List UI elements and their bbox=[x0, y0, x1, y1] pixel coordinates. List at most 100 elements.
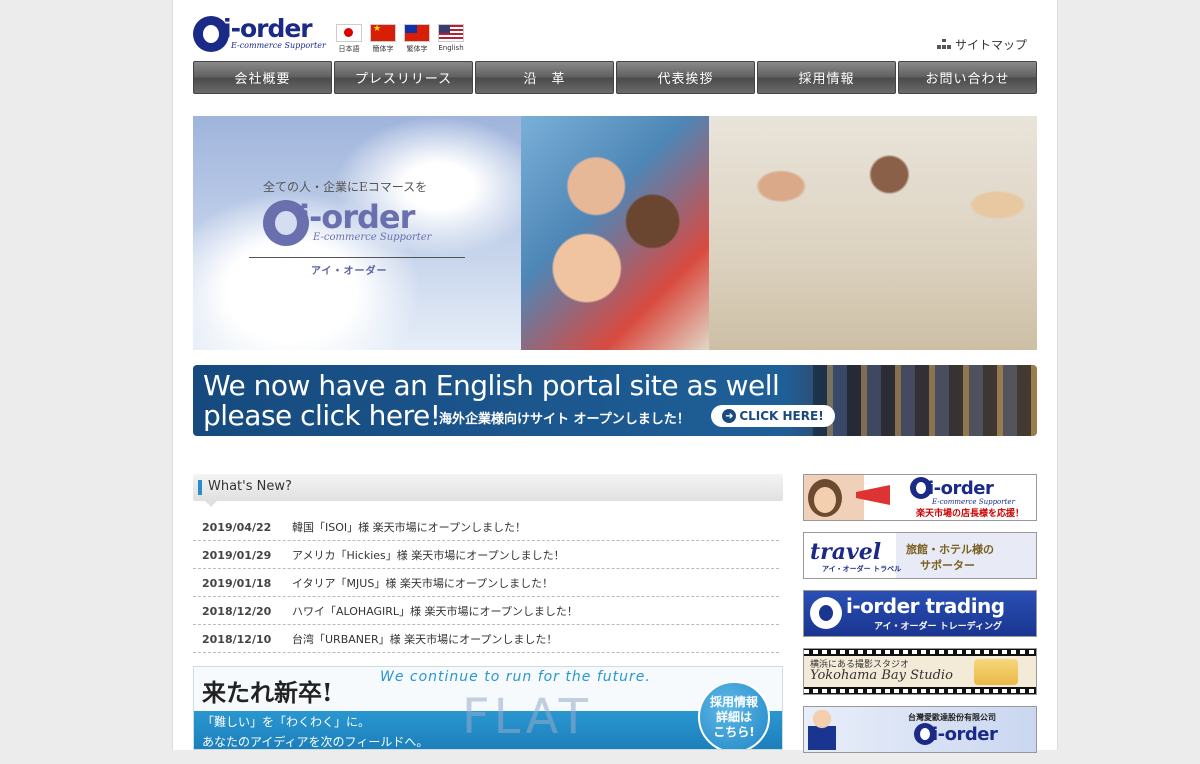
hero-logo-subtitle: E-commerce Supporter bbox=[313, 232, 432, 243]
language-label: 簡体字 bbox=[372, 45, 394, 53]
sidebar-banner-travel[interactable]: travel アイ・オーダー トラベル 旅館・ホテル様の サポーター bbox=[803, 532, 1037, 579]
news-item[interactable]: 2018/12/10 台湾「URBANER」様 楽天市場にオープンしました！ bbox=[193, 626, 779, 653]
arrow-right-icon: ➜ bbox=[722, 409, 737, 423]
news-item[interactable]: 2019/01/29 アメリカ「Hickies」様 楽天市場にオープンしました！ bbox=[193, 542, 779, 569]
language-label: 日本語 bbox=[338, 45, 360, 53]
sidebar-logo-subtitle: E-commerce Supporter bbox=[932, 498, 1015, 506]
news-text: 韓国「ISOI」様 楽天市場にオープンしました！ bbox=[292, 521, 526, 534]
sidebar-banner-taiwan[interactable]: 台灣愛歐達股份有限公司 i-order bbox=[803, 706, 1037, 753]
news-date: 2018/12/20 bbox=[202, 604, 272, 618]
language-traditional-chinese[interactable]: 繁体字 bbox=[403, 24, 431, 54]
language-switcher: 日本語 簡体字 繁体字 English bbox=[335, 24, 465, 54]
news-text: イタリア「MJUS」様 楽天市場にオープンしました！ bbox=[292, 577, 554, 590]
travel-line-1: 旅館・ホテル様の bbox=[906, 543, 994, 556]
nav-history[interactable]: 沿 革 bbox=[475, 61, 614, 94]
taiwan-company-name: 台灣愛歐達股份有限公司 bbox=[908, 713, 996, 722]
sidebar-logo-text: i-order bbox=[932, 723, 998, 745]
news-date: 2019/01/18 bbox=[202, 576, 272, 590]
sidebar-banner-rakuten-support[interactable]: i-order E-commerce Supporter 楽天市場の店長様を応援… bbox=[803, 474, 1037, 521]
logo-mark-icon bbox=[810, 597, 842, 629]
us-flag-icon bbox=[438, 24, 464, 42]
nav-ceo-message[interactable]: 代表挨拶 bbox=[616, 61, 755, 94]
news-date: 2019/04/22 bbox=[202, 520, 272, 534]
whats-new-header: What's New? bbox=[193, 474, 783, 507]
main-nav: 会社概要 プレスリリース 沿 革 代表挨拶 採用情報 お問い合わせ bbox=[193, 61, 1037, 94]
news-item[interactable]: 2018/12/20 ハワイ「ALOHAGIRL」様 楽天市場にオープンしました… bbox=[193, 598, 779, 625]
sidebar-banners: i-order E-commerce Supporter 楽天市場の店長様を応援… bbox=[803, 474, 1037, 764]
news-text: 台湾「URBANER」様 楽天市場にオープンしました！ bbox=[292, 633, 558, 646]
travel-line-2: サポーター bbox=[920, 559, 975, 572]
hero-tagline: 全ての人・企業にEコマースを bbox=[263, 180, 428, 194]
page-container: i-order E-commerce Supporter 日本語 簡体字 繁体字… bbox=[172, 0, 1058, 753]
news-item[interactable]: 2019/01/18 イタリア「MJUS」様 楽天市場にオープンしました！ bbox=[193, 570, 779, 597]
sidebar-logo-text: i-order bbox=[928, 477, 994, 499]
badge-line: こちら! bbox=[713, 724, 755, 739]
sitemap-icon bbox=[937, 39, 951, 50]
language-japanese[interactable]: 日本語 bbox=[335, 24, 363, 54]
recruit-line-1: 「難しい」を「わくわく」に。 bbox=[202, 715, 371, 729]
sidebar-caption: 楽天市場の店長様を応援！ bbox=[916, 509, 1025, 519]
logo-mark-icon bbox=[914, 723, 936, 745]
hero-photo-friends bbox=[521, 116, 709, 350]
language-label: 繁体字 bbox=[406, 45, 428, 53]
japan-flag-icon bbox=[336, 24, 362, 42]
recruit-flat-text: FLAT bbox=[462, 689, 592, 745]
logo-subtitle: E-commerce Supporter bbox=[231, 41, 326, 50]
sidebar-logo: i-order bbox=[910, 477, 994, 499]
site-logo[interactable]: i-order E-commerce Supporter bbox=[193, 14, 333, 54]
english-site-banner[interactable]: We now have an English portal site as we… bbox=[193, 365, 1037, 436]
banner-city-image bbox=[813, 365, 1037, 436]
hero-logo-text: i-order bbox=[299, 198, 415, 236]
badge-line: 詳細は bbox=[715, 709, 752, 724]
logo-mark-icon bbox=[910, 477, 932, 499]
heading-accent-bar bbox=[198, 480, 202, 495]
sitemap-label: サイトマップ bbox=[955, 38, 1028, 52]
trading-title: i-order trading bbox=[846, 594, 1005, 618]
recruit-line-2: あなたのアイディアを次のフィールドへ。 bbox=[202, 735, 429, 749]
language-label: English bbox=[438, 44, 464, 52]
recruitment-banner[interactable]: FLAT 来たれ新卒! We continue to run for the f… bbox=[193, 666, 783, 750]
woman-photo bbox=[808, 479, 842, 517]
click-here-button[interactable]: ➜ CLICK HERE! bbox=[711, 405, 835, 427]
studio-line-2: Yokohama Bay Studio bbox=[810, 668, 953, 683]
taiwan-flag-icon bbox=[404, 24, 430, 42]
sidebar-banner-trading[interactable]: i-order trading アイ・オーダー トレーディング bbox=[803, 590, 1037, 637]
banner-line-2: please click here! bbox=[203, 399, 441, 432]
language-english[interactable]: English bbox=[437, 24, 465, 54]
news-text: アメリカ「Hickies」様 楽天市場にオープンしました！ bbox=[292, 549, 565, 562]
news-text: ハワイ「ALOHAGIRL」様 楽天市場にオープンしました！ bbox=[292, 605, 578, 618]
whats-new-title: What's New? bbox=[208, 479, 292, 494]
attendant-photo bbox=[808, 710, 836, 750]
megaphone-icon bbox=[856, 485, 890, 505]
hero-banner: 全ての人・企業にEコマースを i-order E-commerce Suppor… bbox=[193, 116, 1037, 350]
news-item[interactable]: 2019/04/22 韓国「ISOI」様 楽天市場にオープンしました！ bbox=[193, 514, 779, 541]
china-flag-icon bbox=[370, 24, 396, 42]
news-list: 2019/04/22 韓国「ISOI」様 楽天市場にオープンしました！ 2019… bbox=[193, 514, 779, 654]
news-date: 2018/12/10 bbox=[202, 632, 272, 646]
logo-text: i-order bbox=[223, 14, 313, 43]
banner-japanese-text: 海外企業様向けサイト オープンしました！ bbox=[439, 412, 690, 427]
nav-press-release[interactable]: プレスリリース bbox=[334, 61, 473, 94]
click-here-label: CLICK HERE! bbox=[739, 409, 824, 423]
trading-kana: アイ・オーダー トレーディング bbox=[874, 622, 1003, 632]
heading-pointer-icon bbox=[205, 501, 217, 507]
recruit-title: 来たれ新卒! bbox=[202, 678, 333, 707]
banner-line-1: We now have an English portal site as we… bbox=[203, 369, 780, 402]
hero-kana: アイ・オーダー bbox=[311, 266, 388, 277]
cake-photo bbox=[974, 659, 1018, 685]
badge-line: 採用情報 bbox=[709, 694, 758, 709]
hero-photo-beach bbox=[709, 116, 1037, 350]
news-date: 2019/01/29 bbox=[202, 548, 272, 562]
hero-divider bbox=[249, 257, 465, 258]
sidebar-banner-yokohama-studio[interactable]: 横浜にある撮影スタジオ Yokohama Bay Studio bbox=[803, 648, 1037, 695]
travel-title: travel bbox=[810, 539, 882, 565]
nav-company-profile[interactable]: 会社概要 bbox=[193, 61, 332, 94]
sidebar-logo: i-order bbox=[914, 723, 998, 745]
travel-kana: アイ・オーダー トラベル bbox=[822, 565, 902, 573]
recruit-details-badge[interactable]: 採用情報 詳細は こちら! bbox=[698, 681, 770, 749]
nav-recruitment[interactable]: 採用情報 bbox=[757, 61, 896, 94]
recruit-english-slogan: We continue to run for the future. bbox=[380, 669, 651, 685]
nav-contact[interactable]: お問い合わせ bbox=[898, 61, 1037, 94]
language-simplified-chinese[interactable]: 簡体字 bbox=[369, 24, 397, 54]
sitemap-link[interactable]: サイトマップ bbox=[937, 36, 1027, 53]
